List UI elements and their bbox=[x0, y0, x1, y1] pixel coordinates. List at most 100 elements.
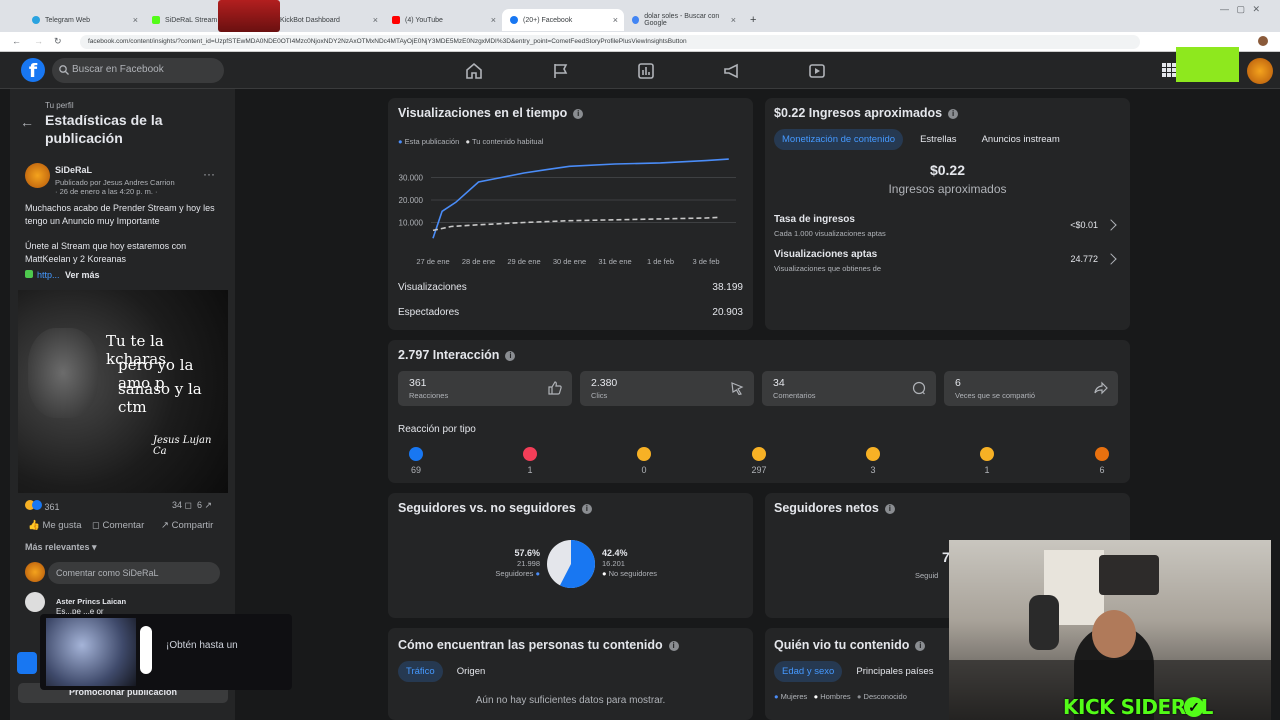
tile-clicks[interactable]: 2.380 Clics bbox=[580, 371, 754, 406]
comment-share-counts[interactable]: 34 ◻ 6 ↗ bbox=[172, 500, 212, 511]
green-overlay-block bbox=[1176, 47, 1239, 82]
author-avatar[interactable] bbox=[25, 163, 50, 188]
ad-overlay[interactable]: ¡Obtén hasta un bbox=[40, 614, 292, 690]
browser-tab[interactable]: Telegram Web × bbox=[24, 9, 144, 31]
info-icon[interactable]: i bbox=[915, 641, 926, 651]
image-signature: Jesus Lujan Ca bbox=[153, 435, 212, 457]
url-field[interactable]: facebook.com/content/insights/?content_i… bbox=[80, 35, 1140, 49]
tile-comments[interactable]: 34 Comentarios bbox=[762, 371, 936, 406]
close-tab-icon[interactable]: × bbox=[731, 15, 736, 25]
author-name[interactable]: SiDeRaL bbox=[55, 165, 92, 175]
care-reaction-icon bbox=[637, 447, 651, 461]
profile-avatar[interactable] bbox=[1258, 36, 1268, 46]
tab-traffic[interactable]: Tráfico bbox=[398, 661, 443, 682]
pages-flag-icon[interactable] bbox=[552, 62, 570, 80]
views-value: 38.199 bbox=[712, 282, 743, 293]
tab-stars[interactable]: Estrellas bbox=[912, 129, 964, 150]
browser-tab[interactable]: dolar soles - Buscar con Google × bbox=[624, 9, 742, 31]
comment-button[interactable]: ◻ Comentar bbox=[92, 520, 144, 531]
new-tab-button[interactable]: + bbox=[742, 9, 762, 31]
comment-input[interactable]: Comentar como SiDeRaL bbox=[48, 562, 220, 584]
sort-dropdown[interactable]: Más relevantes ▾ bbox=[25, 542, 97, 553]
close-tab-icon[interactable]: × bbox=[133, 15, 138, 25]
tile-reactions[interactable]: 361 Reacciones bbox=[398, 371, 572, 406]
promote-button-edge[interactable] bbox=[17, 652, 37, 674]
home-icon[interactable] bbox=[465, 62, 483, 80]
menu-grid-icon[interactable] bbox=[1162, 63, 1176, 77]
browser-tab[interactable]: (4) YouTube × bbox=[384, 9, 502, 31]
income-title: $0.22 Ingresos aproximados i bbox=[774, 106, 959, 120]
discovery-tabs: Tráfico Origen bbox=[398, 661, 493, 682]
tab-origin[interactable]: Origen bbox=[449, 661, 494, 682]
browser-tab-bar: Telegram Web × SiDeRaL Stream - K KickBot… bbox=[0, 0, 1280, 32]
see-more-link[interactable]: Ver más bbox=[65, 270, 100, 280]
tile-shares[interactable]: 6 Veces que se compartió bbox=[944, 371, 1118, 406]
info-icon[interactable]: i bbox=[948, 109, 959, 119]
comment-bubble-icon bbox=[912, 381, 926, 395]
info-icon[interactable]: i bbox=[505, 351, 516, 361]
facebook-logo-icon[interactable]: f bbox=[21, 58, 45, 82]
back-arrow-icon[interactable]: ← bbox=[20, 114, 34, 130]
x-tick-label: 30 de ene bbox=[553, 257, 586, 266]
y-tick-label: 10.000 bbox=[399, 219, 424, 228]
browser-tab-active[interactable]: (20+) Facebook × bbox=[502, 9, 624, 31]
insights-icon[interactable] bbox=[637, 62, 655, 80]
reaction-by-type-label: Reacción por tipo bbox=[398, 424, 476, 435]
window-controls[interactable]: — ▢ ✕ bbox=[1220, 4, 1280, 30]
tab-countries[interactable]: Principales países bbox=[848, 661, 941, 682]
facebook-icon bbox=[510, 16, 518, 24]
chevron-right-icon[interactable] bbox=[1105, 253, 1117, 265]
account-avatar[interactable] bbox=[1247, 58, 1273, 84]
browser-tab[interactable]: KickBot Dashboard × bbox=[272, 9, 384, 31]
image-caption-line: sanaso y la ctm bbox=[118, 380, 202, 416]
verified-check-icon: ✓ bbox=[1184, 697, 1204, 717]
chevron-right-icon[interactable] bbox=[1105, 219, 1117, 231]
search-input[interactable]: Buscar en Facebook bbox=[52, 58, 224, 83]
back-icon[interactable]: ← bbox=[12, 36, 21, 46]
tab-instream-ads[interactable]: Anuncios instream bbox=[974, 129, 1068, 150]
reaction-summary[interactable]: 361 bbox=[25, 500, 60, 512]
eligible-value: 24.772 bbox=[1070, 254, 1098, 264]
audience-legend: ● Mujeres ● Hombres ● Desconocido bbox=[774, 692, 907, 701]
tab-age-sex[interactable]: Edad y sexo bbox=[774, 661, 843, 682]
info-icon[interactable]: i bbox=[884, 504, 895, 514]
x-tick-label: 31 de ene bbox=[598, 257, 631, 266]
discovery-empty: Aún no hay suficientes datos para mostra… bbox=[475, 695, 666, 706]
angry-reaction-icon bbox=[1095, 447, 1109, 461]
share-button[interactable]: ↗ Compartir bbox=[161, 520, 213, 531]
webcam-person-back bbox=[1029, 595, 1059, 650]
income-big-value: $0.22 bbox=[929, 162, 966, 178]
close-tab-icon[interactable]: × bbox=[373, 15, 378, 25]
post-text-2: Únete al Stream que hoy estaremos con Ma… bbox=[25, 241, 187, 264]
followers-title: Seguidores vs. no seguidores i bbox=[398, 501, 592, 515]
post-date[interactable]: · 26 de enero a las 4:20 p. m. · bbox=[55, 187, 158, 196]
video-icon[interactable] bbox=[808, 62, 826, 80]
followers-pct: 57.6% bbox=[514, 548, 540, 558]
y-tick-label: 20.000 bbox=[399, 196, 424, 205]
reload-icon[interactable]: ↻ bbox=[54, 36, 62, 47]
more-options-icon[interactable]: ··· bbox=[203, 167, 215, 181]
cursor-icon bbox=[731, 382, 744, 395]
comment-author[interactable]: Aster Princs Laican bbox=[56, 597, 126, 606]
close-tab-icon[interactable]: × bbox=[491, 15, 496, 25]
kick-icon bbox=[152, 16, 160, 24]
stream-logo-overlay bbox=[218, 0, 280, 32]
like-button[interactable]: 👍 Me gusta bbox=[28, 520, 82, 531]
audience-title: Quién vio tu contenido i bbox=[774, 638, 926, 652]
info-icon[interactable]: i bbox=[581, 504, 592, 514]
close-tab-icon[interactable]: × bbox=[613, 15, 618, 25]
post-link[interactable]: http... bbox=[37, 270, 60, 280]
chart-legend: ● Esta publicación ● Tu contenido habitu… bbox=[398, 137, 543, 146]
info-icon[interactable]: i bbox=[573, 109, 584, 119]
post-image[interactable]: Tu te la kcharas, pero yo la amo p sanas… bbox=[18, 290, 228, 493]
comment-avatar[interactable] bbox=[25, 592, 45, 612]
info-icon[interactable]: i bbox=[668, 641, 679, 651]
tab-monetization[interactable]: Monetización de contenido bbox=[774, 129, 904, 150]
megaphone-icon[interactable] bbox=[723, 62, 741, 80]
care-count: 0 bbox=[641, 465, 647, 475]
interaction-card: 2.797 Interacción i 361 Reacciones 2.380 Cl… bbox=[388, 340, 1130, 483]
interaction-title: 2.797 Interacción i bbox=[398, 348, 516, 362]
x-tick-label: 3 de feb bbox=[692, 257, 719, 266]
rate-value: <$0.01 bbox=[1070, 220, 1098, 230]
forward-icon[interactable]: → bbox=[34, 36, 43, 46]
